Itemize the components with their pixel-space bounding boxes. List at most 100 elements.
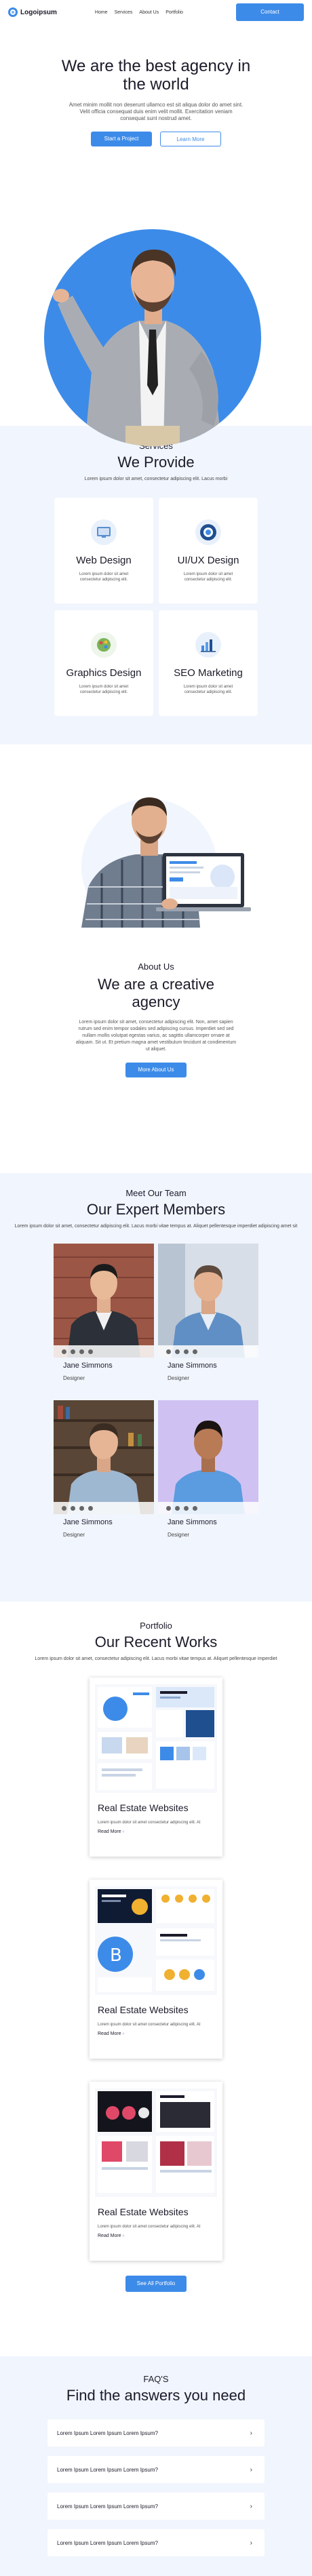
about-section: About Us We are a creative agency Lorem … (0, 745, 312, 1173)
logo-icon (8, 7, 18, 17)
services-grid: Web Design Lorem ipsum dolor sit amet co… (0, 498, 312, 716)
contact-button[interactable]: Contact (236, 3, 304, 21)
service-name: Graphics Design (66, 667, 142, 679)
nav-about-us[interactable]: About Us (139, 10, 159, 15)
facebook-icon[interactable] (62, 1349, 66, 1354)
member-role: Designer (168, 1532, 190, 1538)
portfolio-screenshot (95, 1684, 217, 1793)
logo[interactable]: Logoipsum (8, 7, 57, 17)
twitter-icon[interactable] (71, 1505, 75, 1511)
service-name: Web Design (76, 555, 132, 566)
service-description: Lorem ipsum dolor sit amet consectetur a… (183, 572, 233, 582)
team-title: Our Expert Members (86, 1201, 226, 1218)
about-kicker: About Us (138, 962, 174, 972)
member-social-bar (158, 1502, 258, 1514)
team-member-card: Jane Simmons Designer (54, 1400, 154, 1538)
faq-item[interactable]: Lorem Ipsum Lorem Ipsum Lorem Ipsum? › (47, 2529, 265, 2556)
twitter-icon[interactable] (175, 1349, 180, 1354)
chevron-right-icon: › (250, 2465, 252, 2474)
seo-marketing-icon (195, 632, 221, 658)
portfolio-card-description: Lorem ipsum dolor sit amet consectetur a… (98, 1821, 201, 1825)
faq-item[interactable]: Lorem Ipsum Lorem Ipsum Lorem Ipsum? › (47, 2419, 265, 2446)
graphics-design-icon (91, 632, 117, 658)
faq-item[interactable]: Lorem Ipsum Lorem Ipsum Lorem Ipsum? › (47, 2456, 265, 2483)
portfolio-screenshot (95, 2088, 217, 2197)
hero-title: We are the best agency in the world (61, 57, 251, 94)
chevron-right-icon: › (250, 2539, 252, 2547)
faq-section: FAQ'S Find the answers you need Lorem Ip… (0, 2356, 312, 2576)
portfolio-card-title: Real Estate Websites (98, 2004, 189, 2015)
read-more-link[interactable]: Read More › (95, 1829, 217, 1834)
member-role: Designer (63, 1375, 85, 1381)
more-about-us-button[interactable]: More About Us (125, 1063, 187, 1077)
instagram-icon[interactable] (88, 1349, 93, 1354)
member-photo (54, 1400, 154, 1514)
about-image (61, 792, 258, 934)
faq-title: Find the answers you need (66, 2387, 246, 2404)
read-more-label: Read More (98, 1829, 121, 1834)
portfolio-card-title: Real Estate Websites (98, 2206, 189, 2217)
faq-question: Lorem Ipsum Lorem Ipsum Lorem Ipsum? (57, 2430, 158, 2436)
hero-person-illustration (53, 250, 222, 446)
instagram-icon[interactable] (88, 1505, 93, 1511)
portfolio-card[interactable]: B Real Estate Websites Lorem ipsum dolor… (90, 1880, 222, 2059)
linkedin-icon[interactable] (184, 1505, 189, 1511)
start-project-button[interactable]: Start a Project (91, 132, 152, 146)
member-photo (158, 1400, 258, 1514)
portfolio-card-description: Lorem ipsum dolor sit amet consectetur a… (98, 2023, 201, 2027)
service-card-uiux-design[interactable]: UI/UX Design Lorem ipsum dolor sit amet … (159, 498, 258, 603)
svg-text:B: B (110, 1945, 122, 1966)
twitter-icon[interactable] (175, 1505, 180, 1511)
service-card-seo-marketing[interactable]: SEO Marketing Lorem ipsum dolor sit amet… (159, 610, 258, 716)
chevron-right-icon: › (250, 2429, 252, 2437)
about-title: We are a creative agency (97, 976, 214, 1010)
service-description: Lorem ipsum dolor sit amet consectetur a… (79, 572, 129, 582)
hero-image (44, 229, 261, 446)
member-photo (54, 1244, 154, 1358)
about-description: Lorem ipsum dolor sit amet, consectetur … (75, 1020, 237, 1052)
portfolio-card[interactable]: Real Estate Websites Lorem ipsum dolor s… (90, 1678, 222, 1857)
about-text-block: About Us We are a creative agency Lorem … (0, 962, 312, 1077)
instagram-icon[interactable] (193, 1349, 197, 1354)
faq-question: Lorem Ipsum Lorem Ipsum Lorem Ipsum? (57, 2466, 158, 2473)
member-social-bar (54, 1502, 154, 1514)
service-card-graphics-design[interactable]: Graphics Design Lorem ipsum dolor sit am… (54, 610, 153, 716)
member-role: Designer (63, 1532, 85, 1538)
read-more-link[interactable]: Read More › (95, 2032, 217, 2036)
portfolio-card[interactable]: Real Estate Websites Lorem ipsum dolor s… (90, 2082, 222, 2261)
main-nav: Home Services About Us Portfolio (95, 10, 183, 15)
services-description: Lorem ipsum dolor sit amet, consectetur … (84, 477, 228, 481)
member-role: Designer (168, 1375, 190, 1381)
instagram-icon[interactable] (193, 1505, 197, 1511)
linkedin-icon[interactable] (79, 1349, 84, 1354)
member-photo (158, 1244, 258, 1358)
team-grid: Jane Simmons Designer Jane Simmons Desig… (0, 1244, 312, 1538)
learn-more-button[interactable]: Learn More (160, 132, 221, 146)
member-social-bar (54, 1345, 154, 1358)
team-member-card: Jane Simmons Designer (158, 1244, 258, 1381)
nav-portfolio[interactable]: Portfolio (165, 10, 183, 15)
nav-home[interactable]: Home (95, 10, 108, 15)
nav-services[interactable]: Services (115, 10, 133, 15)
linkedin-icon[interactable] (79, 1505, 84, 1511)
service-name: SEO Marketing (174, 667, 243, 679)
facebook-icon[interactable] (166, 1505, 171, 1511)
chevron-right-icon: › (250, 2502, 252, 2510)
faq-list: Lorem Ipsum Lorem Ipsum Lorem Ipsum? › Lo… (0, 2419, 312, 2556)
read-more-link[interactable]: Read More › (95, 2234, 217, 2238)
facebook-icon[interactable] (166, 1349, 171, 1354)
faq-item[interactable]: Lorem Ipsum Lorem Ipsum Lorem Ipsum? › (47, 2493, 265, 2520)
faq-kicker: FAQ'S (143, 2374, 169, 2384)
team-section: Meet Our Team Our Expert Members Lorem i… (0, 1173, 312, 1602)
services-title: We Provide (117, 454, 195, 471)
faq-question: Lorem Ipsum Lorem Ipsum Lorem Ipsum? (57, 2503, 158, 2510)
linkedin-icon[interactable] (184, 1349, 189, 1354)
service-description: Lorem ipsum dolor sit amet consectetur a… (183, 685, 233, 694)
member-social-bar (158, 1345, 258, 1358)
service-card-web-design[interactable]: Web Design Lorem ipsum dolor sit amet co… (54, 498, 153, 603)
see-all-portfolio-button[interactable]: See All Portfolio (125, 2276, 187, 2292)
facebook-icon[interactable] (62, 1505, 66, 1511)
twitter-icon[interactable] (71, 1349, 75, 1354)
member-name: Jane Simmons (168, 1362, 217, 1370)
web-design-icon (91, 519, 117, 545)
